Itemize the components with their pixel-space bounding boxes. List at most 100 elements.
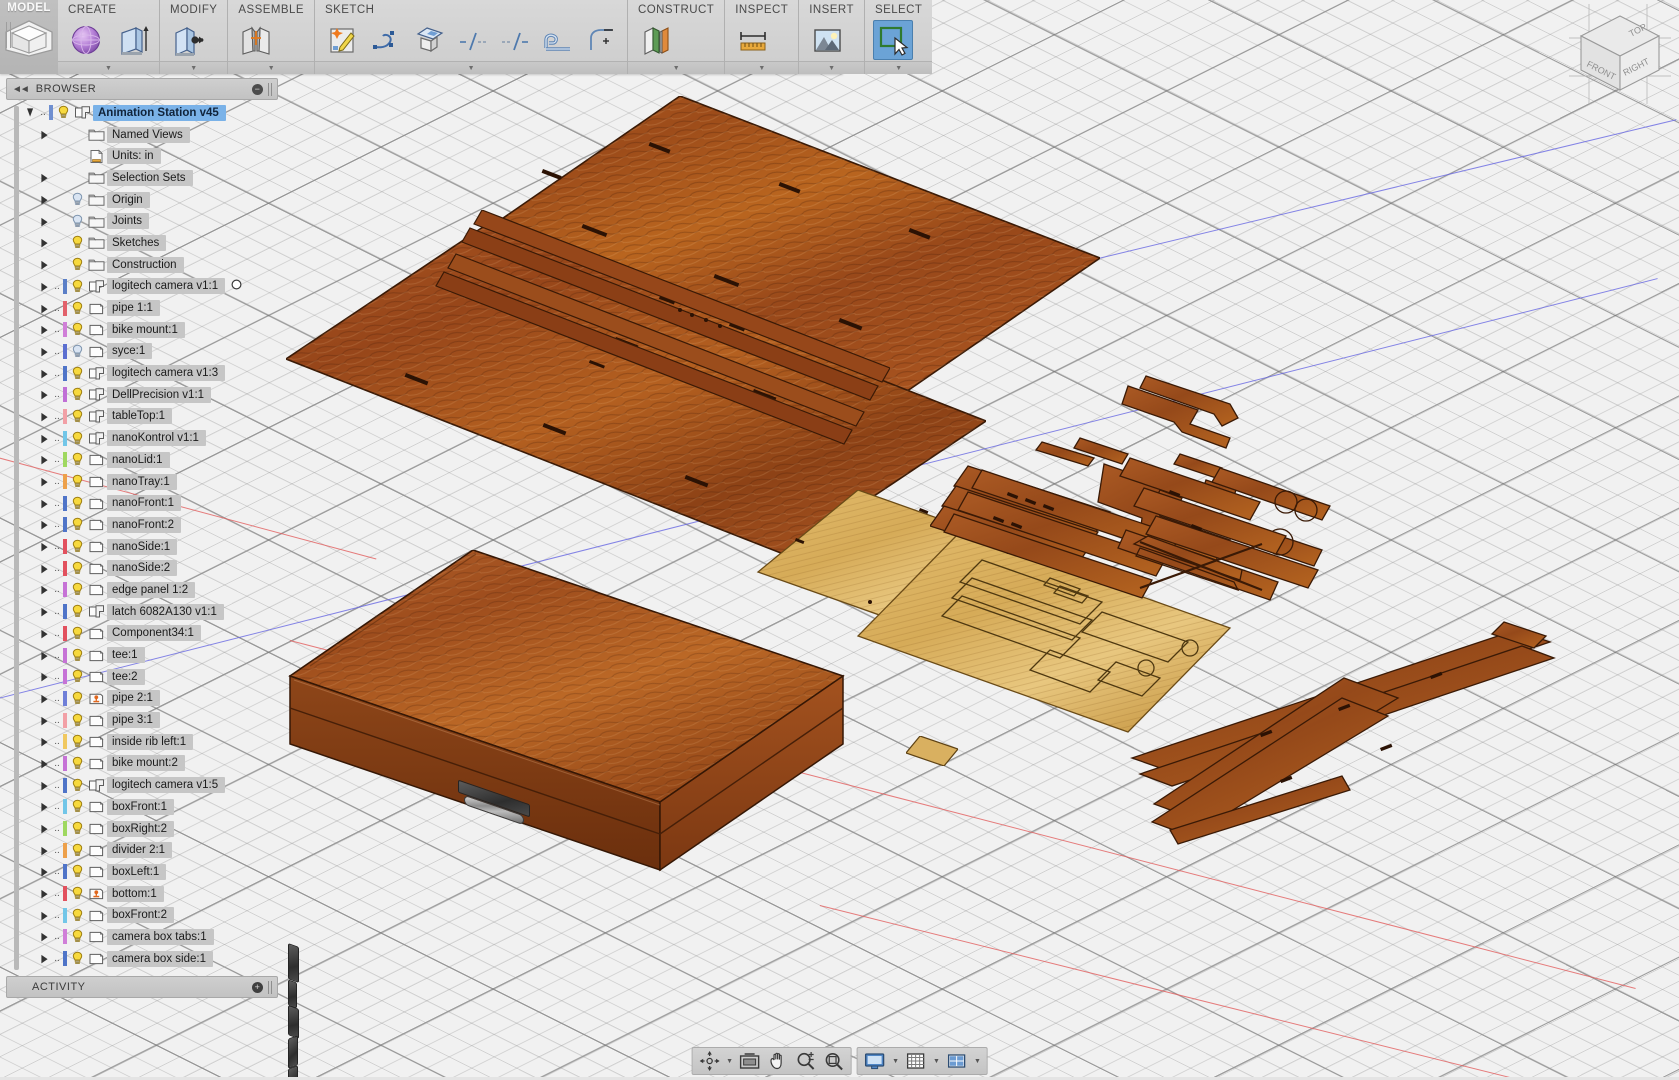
tree-node-nanokontrol-v1-1[interactable]: ▶.. nanoKontrol v1:1	[24, 427, 278, 449]
tree-node-nanoside-2[interactable]: ▶.. nanoSide:2	[24, 557, 278, 579]
viewports-icon[interactable]	[944, 1050, 970, 1072]
tree-node-sketches[interactable]: ▶ Sketches	[24, 232, 278, 254]
visibility-toggle[interactable]	[69, 864, 86, 879]
sketch-plane-solid-button[interactable]	[409, 20, 449, 60]
tree-node-bike-mount-1[interactable]: ▶.. bike mount:1	[24, 319, 278, 341]
tree-node-edge-panel-1-2[interactable]: ▶.. edge panel 1:2	[24, 579, 278, 601]
visibility-toggle[interactable]	[69, 908, 86, 923]
pan-hand-icon[interactable]	[765, 1050, 791, 1072]
sketch-fillet-icon-button[interactable]	[581, 20, 621, 60]
activity-panel-header[interactable]: ACTIVITY +	[6, 976, 278, 998]
disclosure-triangle-icon[interactable]: ▶	[38, 367, 51, 379]
visibility-toggle[interactable]	[69, 626, 86, 641]
tree-node-tabletop-1[interactable]: ▶.. tableTop:1	[24, 406, 278, 428]
insert-group-caret[interactable]: ▼	[799, 61, 864, 74]
visibility-toggle[interactable]	[69, 496, 86, 511]
disclosure-triangle-icon[interactable]: ▶	[38, 584, 51, 596]
disclosure-triangle-icon[interactable]: ▶	[38, 714, 51, 726]
disclosure-triangle-icon[interactable]: ▶	[38, 302, 51, 314]
visibility-toggle[interactable]	[69, 582, 86, 597]
visibility-toggle[interactable]	[69, 474, 86, 489]
inspect-group-caret[interactable]: ▼	[725, 61, 799, 74]
tree-node-divider-2-1[interactable]: ▶.. divider 2:1	[24, 839, 278, 861]
disclosure-triangle-icon[interactable]: ▶	[38, 822, 51, 834]
disclosure-triangle-icon[interactable]: ▶	[38, 779, 51, 791]
tree-node-pipe-1-1[interactable]: ▶.. pipe 1:1	[24, 297, 278, 319]
disclosure-triangle-icon[interactable]: ▶	[38, 259, 51, 271]
tree-node-bike-mount-2[interactable]: ▶.. bike mount:2	[24, 753, 278, 775]
look-at-icon[interactable]	[737, 1050, 763, 1072]
create-extrude-button[interactable]	[113, 20, 153, 60]
visibility-toggle[interactable]	[69, 517, 86, 532]
tree-node-boxright-2[interactable]: ▶.. boxRight:2	[24, 818, 278, 840]
disclosure-triangle-icon[interactable]: ▶	[38, 410, 51, 422]
disclosure-triangle-icon[interactable]: ▶	[38, 671, 51, 683]
tree-node-bottom-1[interactable]: ▶.. bottom:1	[24, 883, 278, 905]
zoom-icon[interactable]	[793, 1050, 819, 1072]
display-caret[interactable]: ▼	[890, 1058, 901, 1065]
construct-plane-button[interactable]	[636, 20, 676, 60]
tree-node-pipe-2-1[interactable]: ▶.. pipe 2:1	[24, 688, 278, 710]
browser-resize-grip[interactable]	[268, 82, 272, 96]
disclosure-triangle-icon[interactable]: ▶	[38, 497, 51, 509]
sketch-create-button[interactable]	[323, 20, 363, 60]
sketch-spline-button[interactable]	[366, 20, 406, 60]
visibility-toggle[interactable]	[69, 691, 86, 706]
visibility-toggle[interactable]	[69, 366, 86, 381]
tree-node-nanotray-1[interactable]: ▶.. nanoTray:1	[24, 471, 278, 493]
visibility-toggle[interactable]	[69, 409, 86, 424]
tree-node-selection-sets[interactable]: ▶ Selection Sets	[24, 167, 278, 189]
visibility-toggle[interactable]	[69, 301, 86, 316]
visibility-toggle[interactable]	[69, 799, 86, 814]
disclosure-triangle-icon[interactable]: ▶	[38, 888, 51, 900]
disclosure-triangle-icon[interactable]: ▶	[38, 454, 51, 466]
sketch-centerline-left-button[interactable]	[452, 20, 492, 60]
visibility-toggle[interactable]	[69, 778, 86, 793]
grid-icon[interactable]	[903, 1050, 929, 1072]
assemble-joint-button[interactable]	[236, 20, 276, 60]
construct-group-caret[interactable]: ▼	[628, 61, 725, 74]
disclosure-triangle-icon[interactable]: ▶	[38, 237, 51, 249]
tree-node-construction[interactable]: ▶ Construction	[24, 254, 278, 276]
disclosure-triangle-icon[interactable]: ▶	[38, 931, 51, 943]
disclosure-triangle-icon[interactable]: ▶	[38, 541, 51, 553]
tree-node-units-in[interactable]: Units: in	[24, 145, 278, 167]
visibility-toggle[interactable]	[69, 756, 86, 771]
disclosure-triangle-icon[interactable]: ▶	[38, 801, 51, 813]
disclosure-triangle-open-icon[interactable]: ▶	[26, 104, 35, 122]
tree-node-tee-1[interactable]: ▶.. tee:1	[24, 644, 278, 666]
tree-node-animation-station-v45[interactable]: ▶.. Animation Station v45	[24, 102, 278, 124]
visibility-toggle[interactable]	[55, 105, 72, 120]
assemble-group-caret[interactable]: ▼	[228, 61, 315, 74]
visibility-toggle[interactable]	[69, 257, 86, 272]
tree-node-component34-1[interactable]: ▶.. Component34:1	[24, 623, 278, 645]
disclosure-triangle-icon[interactable]: ▶	[38, 215, 51, 227]
disclosure-triangle-icon[interactable]: ▶	[38, 324, 51, 336]
visibility-toggle[interactable]	[69, 452, 86, 467]
disclosure-triangle-icon[interactable]: ▶	[38, 280, 51, 292]
create-sphere-button[interactable]	[66, 20, 106, 60]
disclosure-triangle-icon[interactable]: ▶	[38, 475, 51, 487]
disclosure-triangle-icon[interactable]: ▶	[38, 606, 51, 618]
tree-node-joints[interactable]: ▶ Joints	[24, 210, 278, 232]
disclosure-triangle-icon[interactable]: ▶	[38, 194, 51, 206]
tab-model[interactable]: MODEL	[0, 0, 58, 74]
disclosure-triangle-icon[interactable]: ▶	[38, 172, 51, 184]
select-group-caret[interactable]: ▼	[864, 61, 933, 74]
insert-image-button[interactable]	[807, 20, 847, 60]
visibility-toggle[interactable]	[69, 734, 86, 749]
visibility-toggle[interactable]	[69, 214, 86, 229]
visibility-toggle[interactable]	[69, 235, 86, 250]
tree-node-boxfront-1[interactable]: ▶.. boxFront:1	[24, 796, 278, 818]
tree-node-camera-box-side-1[interactable]: ▶.. camera box side:1	[24, 948, 278, 970]
tree-node-named-views[interactable]: ▶ Named Views	[24, 124, 278, 146]
view-cube[interactable]: TOP FRONT RIGHT	[1569, 4, 1671, 104]
sketch-offset-button[interactable]	[538, 20, 578, 60]
create-group-caret[interactable]: ▼	[58, 61, 159, 74]
visibility-toggle[interactable]	[69, 648, 86, 663]
disclosure-triangle-icon[interactable]: ▶	[38, 909, 51, 921]
visibility-toggle[interactable]	[69, 843, 86, 858]
tree-node-nanoside-1[interactable]: ▶.. nanoSide:1	[24, 536, 278, 558]
tree-node-logitech-camera-v1-1[interactable]: ▶.. logitech camera v1:1	[24, 276, 278, 298]
visibility-toggle[interactable]	[69, 431, 86, 446]
